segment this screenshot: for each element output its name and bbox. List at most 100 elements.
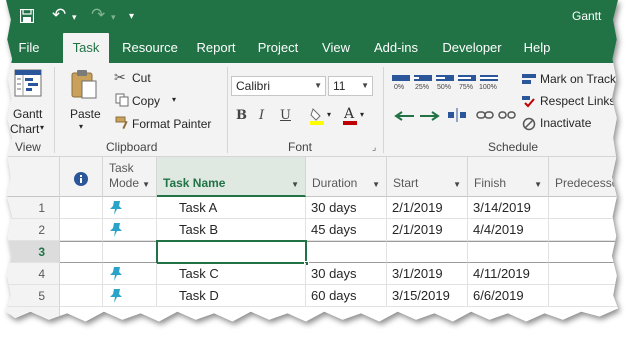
- tab-report[interactable]: Report: [191, 33, 241, 63]
- indicator-cell[interactable]: [60, 263, 103, 285]
- pct-0-icon[interactable]: [392, 73, 410, 83]
- save-icon[interactable]: [20, 9, 34, 23]
- redo-dropdown-icon[interactable]: ▾: [111, 8, 116, 26]
- pct-75-icon[interactable]: [458, 73, 476, 83]
- row-number[interactable]: 2: [6, 219, 60, 241]
- pct-100-icon[interactable]: [480, 73, 498, 83]
- duration-cell[interactable]: 30 days: [306, 197, 387, 219]
- customize-qat-icon[interactable]: ▾: [129, 8, 134, 26]
- chevron-down-icon[interactable]: ▼: [142, 180, 150, 189]
- start-cell[interactable]: [387, 241, 468, 263]
- predecessors-cell[interactable]: [549, 241, 618, 263]
- pct-50-icon[interactable]: [436, 73, 454, 83]
- indicator-cell[interactable]: [60, 285, 103, 307]
- task-mode-cell[interactable]: [103, 219, 157, 241]
- link-tasks-icon[interactable]: [476, 109, 494, 121]
- pct-25-icon[interactable]: [414, 73, 432, 83]
- cut-button[interactable]: ✂ Cut: [112, 69, 162, 87]
- respect-links-button[interactable]: Respect Links: [520, 93, 618, 111]
- row-number[interactable]: 1: [6, 197, 60, 219]
- table-row[interactable]: 2 Task B 45 days 2/1/2019 4/4/2019: [6, 219, 618, 241]
- redo-button[interactable]: ↷: [91, 6, 105, 24]
- column-header-start[interactable]: Start ▼: [387, 157, 468, 197]
- tab-project[interactable]: Project: [252, 33, 304, 63]
- chevron-down-icon[interactable]: ▼: [372, 180, 380, 189]
- tab-view[interactable]: View: [316, 33, 356, 63]
- column-header-duration[interactable]: Duration ▼: [306, 157, 387, 197]
- chevron-down-icon[interactable]: ▼: [534, 180, 542, 189]
- table-row[interactable]: 5 Task D 60 days 3/15/2019 6/6/2019: [6, 285, 618, 307]
- inactivate-button[interactable]: Inactivate: [520, 115, 618, 133]
- finish-cell[interactable]: 3/14/2019: [468, 197, 549, 219]
- tab-file[interactable]: File: [9, 33, 49, 63]
- predecessors-cell[interactable]: [549, 219, 618, 241]
- column-header-predecessors[interactable]: Predecessors: [549, 157, 618, 197]
- split-task-icon[interactable]: [448, 107, 466, 123]
- mark-on-track-button[interactable]: Mark on Track: [520, 71, 618, 89]
- predecessors-cell[interactable]: [549, 285, 618, 307]
- finish-cell[interactable]: [468, 241, 549, 263]
- task-name-cell[interactable]: Task D: [157, 285, 306, 307]
- undo-button[interactable]: ↶: [52, 6, 66, 24]
- format-painter-button[interactable]: Format Painter: [112, 114, 222, 132]
- task-mode-cell[interactable]: [103, 285, 157, 307]
- paste-button[interactable]: Paste ▾: [64, 67, 104, 133]
- task-mode-cell[interactable]: [103, 263, 157, 285]
- row-number[interactable]: 3: [6, 241, 60, 263]
- predecessors-cell[interactable]: [549, 263, 618, 285]
- font-color-button[interactable]: A ▾: [342, 106, 370, 127]
- duration-cell[interactable]: 60 days: [306, 285, 387, 307]
- start-cell[interactable]: 2/1/2019: [387, 197, 468, 219]
- font-name-dropdown[interactable]: Calibri ▼: [231, 76, 326, 96]
- chevron-down-icon[interactable]: ▼: [453, 180, 461, 189]
- task-mode-cell[interactable]: [103, 197, 157, 219]
- start-cell[interactable]: 3/15/2019: [387, 285, 468, 307]
- duration-cell[interactable]: [306, 241, 387, 263]
- task-mode-cell[interactable]: [103, 241, 157, 263]
- task-name-cell[interactable]: Task A: [157, 197, 306, 219]
- column-header-indicators[interactable]: [60, 157, 103, 197]
- start-cell[interactable]: 3/1/2019: [387, 263, 468, 285]
- column-header-task-name[interactable]: Task Name ▼: [157, 157, 306, 197]
- italic-button[interactable]: I: [259, 108, 264, 123]
- bold-button[interactable]: B: [236, 108, 247, 123]
- font-dialog-launcher-icon[interactable]: ⌟: [372, 142, 376, 153]
- indent-task-icon[interactable]: [418, 109, 440, 123]
- column-header-task-mode[interactable]: Task Mode ▼: [103, 157, 157, 197]
- row-number[interactable]: 5: [6, 285, 60, 307]
- start-cell[interactable]: 2/1/2019: [387, 219, 468, 241]
- table-row[interactable]: 1 Task A 30 days 2/1/2019 3/14/2019: [6, 197, 618, 219]
- table-row-selected[interactable]: 3: [6, 240, 618, 266]
- underline-button[interactable]: U: [280, 108, 291, 123]
- task-name-cell[interactable]: Task C: [157, 263, 306, 285]
- indicator-cell[interactable]: [60, 219, 103, 241]
- copy-button[interactable]: Copy ▾: [112, 91, 187, 109]
- active-cell-cursor[interactable]: [156, 240, 309, 266]
- font-size-dropdown[interactable]: 11 ▼: [328, 76, 373, 96]
- tab-task[interactable]: Task: [63, 33, 109, 63]
- unlink-tasks-icon[interactable]: [498, 109, 516, 121]
- finish-cell[interactable]: 4/4/2019: [468, 219, 549, 241]
- select-all-corner[interactable]: [6, 157, 60, 197]
- highlight-color-button[interactable]: ▾: [309, 107, 337, 127]
- duration-cell[interactable]: 30 days: [306, 263, 387, 285]
- indicator-cell[interactable]: [60, 241, 103, 263]
- duration-cell[interactable]: 45 days: [306, 219, 387, 241]
- row-number[interactable]: 4: [6, 263, 60, 285]
- tab-developer[interactable]: Developer: [434, 33, 510, 63]
- outdent-task-icon[interactable]: [394, 109, 416, 123]
- predecessors-cell[interactable]: [549, 197, 618, 219]
- chevron-down-icon[interactable]: ▼: [291, 180, 299, 189]
- empty-sheet-area[interactable]: [6, 307, 60, 322]
- table-row[interactable]: 4 Task C 30 days 3/1/2019 4/11/2019: [6, 263, 618, 285]
- finish-cell[interactable]: 4/11/2019: [468, 263, 549, 285]
- column-header-finish[interactable]: Finish ▼: [468, 157, 549, 197]
- indicator-cell[interactable]: [60, 197, 103, 219]
- gantt-chart-button[interactable]: Gantt Chart ▾: [8, 67, 48, 136]
- finish-cell[interactable]: 6/6/2019: [468, 285, 549, 307]
- tab-resource[interactable]: Resource: [115, 33, 185, 63]
- tab-help[interactable]: Help: [518, 33, 556, 63]
- undo-dropdown-icon[interactable]: ▾: [72, 8, 77, 26]
- task-name-cell[interactable]: Task B: [157, 219, 306, 241]
- tab-add-ins[interactable]: Add-ins: [366, 33, 426, 63]
